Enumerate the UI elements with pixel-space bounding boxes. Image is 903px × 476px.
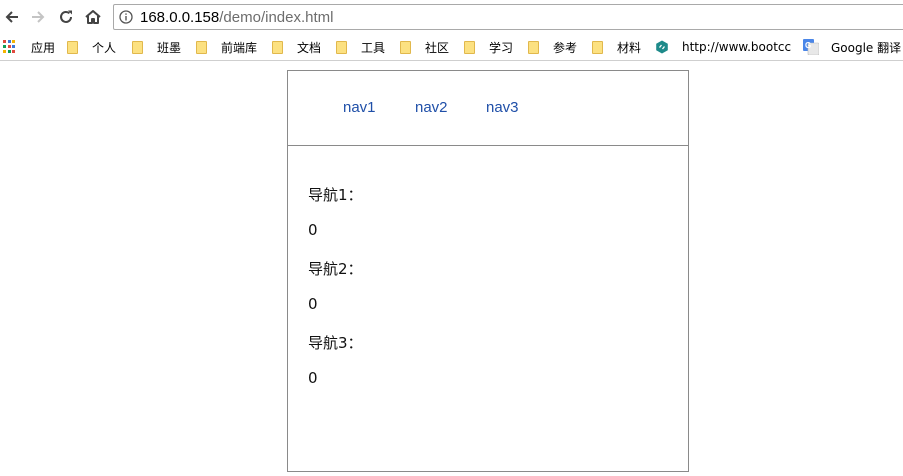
bookmark-folder-label: 工具: [361, 40, 386, 55]
section-label-2: 导航2：: [308, 260, 363, 278]
bookmark-apps[interactable]: 应用: [3, 39, 55, 55]
url-host: 168.0.0.158: [140, 9, 220, 26]
bookmark-apps-label: 应用: [31, 40, 56, 55]
folder-icon: [196, 40, 207, 54]
section-value-3: 0: [308, 369, 318, 387]
bookmark-google-translate-label: Google 翻译: [831, 40, 902, 55]
bookmark-folder-label: 社区: [425, 40, 450, 55]
forward-button[interactable]: [28, 7, 48, 27]
url-text[interactable]: 168.0.0.158/demo/index.html: [140, 9, 333, 26]
nav-link-3[interactable]: nav3: [486, 99, 519, 116]
reload-icon: [60, 10, 72, 23]
home-icon: [85, 10, 101, 24]
section-value-1: 0: [308, 221, 318, 239]
nav-link-2[interactable]: nav2: [415, 99, 448, 116]
folder-icon: [272, 40, 283, 54]
folder-icon: [336, 40, 347, 54]
bookmark-folder-label: 文档: [297, 40, 322, 55]
browser-toolbar: 168.0.0.158/demo/index.html: [0, 0, 903, 34]
folder-icon: [400, 40, 411, 54]
bookmark-folder-label: 班墨: [157, 40, 182, 55]
bookmark-folder-label: 个人: [92, 40, 117, 55]
bookmark-google-translate[interactable]: G Google 翻译: [803, 39, 901, 55]
folder-icon: [464, 40, 475, 54]
bookmark-folder[interactable]: 班墨: [132, 39, 181, 55]
bookmark-folder-label: 前端库: [221, 40, 258, 55]
section-value-2: 0: [308, 295, 318, 313]
bookmark-folder-label: 学习: [489, 40, 514, 55]
nav-link-1[interactable]: nav1: [343, 99, 376, 116]
bookmark-folder[interactable]: 社区: [400, 39, 449, 55]
bookmark-folder[interactable]: 个人: [67, 39, 116, 55]
section-label-3: 导航3：: [308, 334, 363, 352]
section-label-1: 导航1：: [308, 186, 363, 204]
svg-text:G: G: [805, 41, 811, 50]
apps-grid-icon: [3, 40, 17, 54]
back-arrow-icon: [5, 11, 18, 23]
google-translate-icon: G: [803, 39, 819, 55]
page-nav: nav1 nav2 nav3: [288, 71, 688, 146]
back-button[interactable]: [2, 7, 22, 27]
bookmark-folder[interactable]: 学习: [464, 39, 513, 55]
forward-arrow-icon: [32, 11, 45, 23]
folder-icon: [528, 40, 539, 54]
folder-icon: [67, 40, 78, 54]
folder-icon: [592, 40, 603, 54]
bookmark-folder[interactable]: 材料: [592, 39, 641, 55]
bookmark-bootcss-label: http://www.bootcc: [682, 40, 792, 54]
address-bar[interactable]: 168.0.0.158/demo/index.html: [113, 4, 903, 30]
bookmark-folder[interactable]: 工具: [336, 39, 385, 55]
bookmark-bootcss[interactable]: http://www.bootcc: [655, 39, 792, 55]
bookmarks-bar: 应用 个人 班墨 前端库 文档 工具 社区 学习 参考 材料 http://ww…: [0, 34, 903, 61]
demo-container: nav1 nav2 nav3 导航1： 0 导航2： 0 导航3： 0: [287, 70, 689, 472]
bookmark-folder-label: 材料: [617, 40, 642, 55]
info-icon[interactable]: [119, 10, 133, 24]
home-button[interactable]: [83, 7, 103, 27]
url-path: /demo/index.html: [219, 9, 334, 26]
bookmark-folder[interactable]: 文档: [272, 39, 321, 55]
reload-button[interactable]: [56, 7, 76, 27]
bookmark-folder[interactable]: 参考: [528, 39, 577, 55]
bookmark-folder[interactable]: 前端库: [196, 39, 257, 55]
bookmark-folder-label: 参考: [553, 40, 578, 55]
bootcss-favicon-icon: [656, 40, 668, 54]
folder-icon: [132, 40, 143, 54]
